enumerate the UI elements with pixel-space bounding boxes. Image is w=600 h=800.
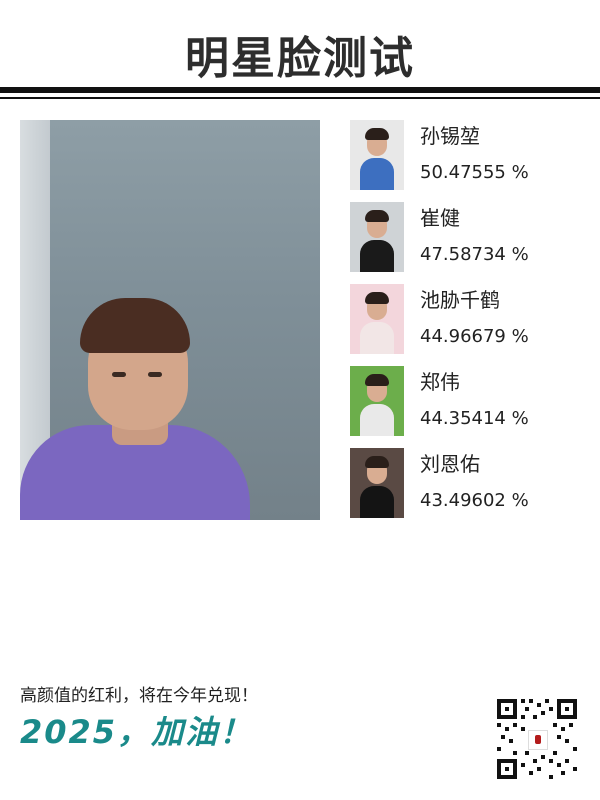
celebrity-name: 刘恩佑 [420,452,480,476]
similarity-score: 50.47555 % [420,162,529,183]
match-results-list: 孙锡堃 50.47555 % 崔健 47.58734 % 池胁千鹤 44.966… [350,120,580,530]
celebrity-name: 孙锡堃 [420,124,480,148]
similarity-score: 43.49602 % [420,490,529,511]
thumb-hair [365,374,389,386]
result-item[interactable]: 孙锡堃 50.47555 % [350,120,580,202]
thumb-body [360,404,394,436]
qr-code-icon[interactable] [495,697,579,781]
photo-hair [80,298,190,353]
star-face-test-page: 明星脸测试 孙锡堃 50.47555 % 崔健 47.58734 % 池胁千鹤 … [0,0,600,800]
qr-finder-top-left [497,699,517,719]
thumb-body [360,158,394,190]
photo-eye-left [112,372,126,377]
user-photo [20,120,320,520]
celebrity-name: 郑伟 [420,370,460,394]
header-divider-thick [0,87,600,93]
similarity-score: 47.58734 % [420,244,529,265]
thumb-hair [365,128,389,140]
thumb-hair [365,456,389,468]
qr-center-logo-icon [528,730,548,750]
thumb-body [360,240,394,272]
qr-finder-bottom-left [497,759,517,779]
photo-eye-right [148,372,162,377]
result-item[interactable]: 池胁千鹤 44.96679 % [350,284,580,366]
similarity-score: 44.96679 % [420,326,529,347]
result-item[interactable]: 崔健 47.58734 % [350,202,580,284]
celebrity-thumbnail [350,448,404,518]
result-item[interactable]: 刘恩佑 43.49602 % [350,448,580,530]
footer-cheer: 2025，加油！ [20,713,254,751]
thumb-body [360,486,394,518]
celebrity-thumbnail [350,120,404,190]
header-divider-thin [0,97,600,99]
celebrity-thumbnail [350,284,404,354]
qr-finder-top-right [557,699,577,719]
footer-slogan: 高颜值的红利，将在今年兑现！ [20,686,258,706]
celebrity-thumbnail [350,202,404,272]
thumb-hair [365,210,389,222]
celebrity-name: 崔健 [420,206,460,230]
celebrity-thumbnail [350,366,404,436]
page-title: 明星脸测试 [185,33,415,84]
similarity-score: 44.35414 % [420,408,529,429]
thumb-hair [365,292,389,304]
thumb-body [360,322,394,354]
celebrity-name: 池胁千鹤 [420,288,500,312]
result-item[interactable]: 郑伟 44.35414 % [350,366,580,448]
